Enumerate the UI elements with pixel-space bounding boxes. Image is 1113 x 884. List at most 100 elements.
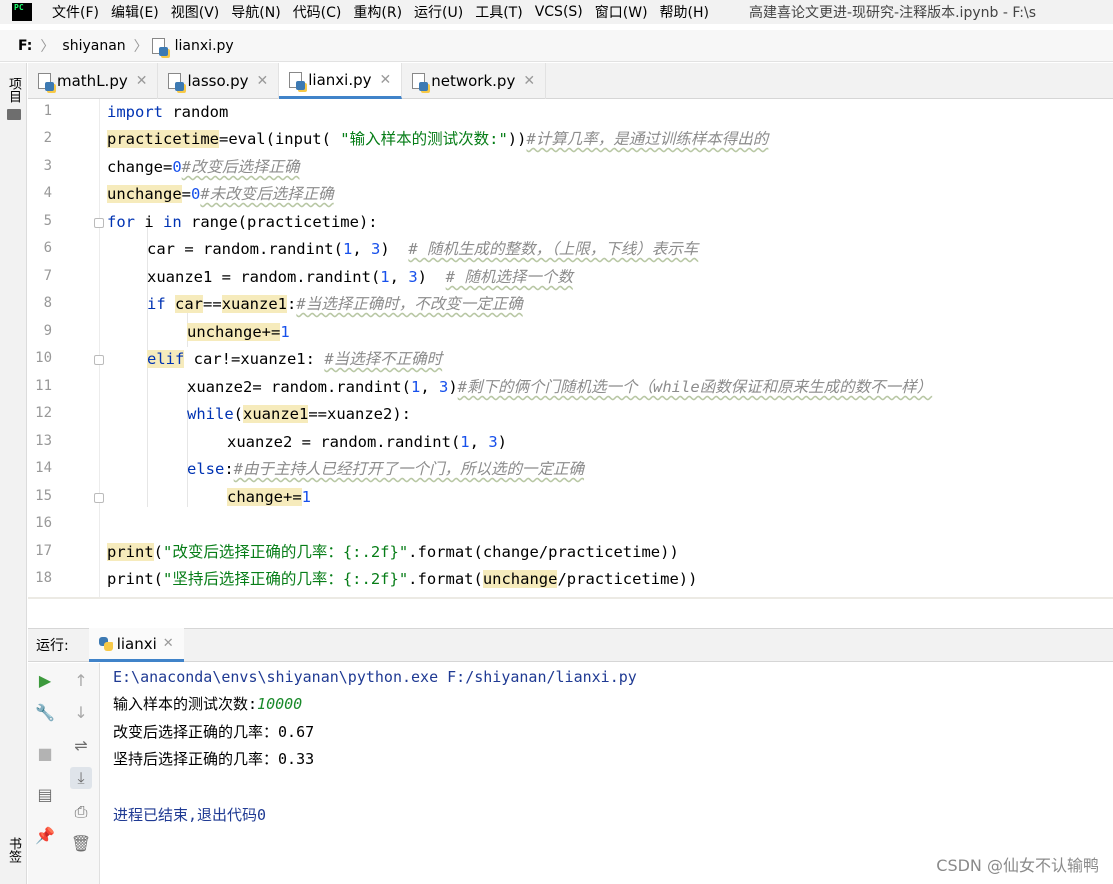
run-panel-header: 运行: lianxi ✕ bbox=[28, 628, 1113, 662]
folder-icon bbox=[7, 109, 21, 120]
code-line-2: practicetime=eval(input( "输入样本的测试次数:"))#… bbox=[107, 130, 769, 148]
code-line-13: xuanze2 = random.randint(1, 3) bbox=[227, 433, 507, 451]
line-number: 17 bbox=[35, 543, 52, 559]
breadcrumb-folder[interactable]: shiyanan bbox=[58, 38, 129, 54]
run-panel-label: 运行: bbox=[36, 638, 69, 654]
code-editor[interactable]: 1 2 3 4 5 6 7 8 9 10 11 12 13 14 15 16 1… bbox=[28, 99, 1113, 599]
python-file-icon bbox=[289, 71, 306, 90]
wrench-icon[interactable]: 🔧 bbox=[34, 702, 56, 724]
tab-mathL[interactable]: mathL.py ✕ bbox=[28, 63, 159, 99]
tab-label: network.py bbox=[431, 72, 516, 90]
soft-wrap-icon[interactable]: ⇌ bbox=[70, 735, 92, 757]
editor-bottom-border bbox=[28, 597, 1113, 599]
line-number-gutter: 1 2 3 4 5 6 7 8 9 10 11 12 13 14 15 16 1… bbox=[28, 99, 104, 599]
menu-bar: PC 文件(F) 编辑(E) 视图(V) 导航(N) 代码(C) 重构(R) 运… bbox=[0, 0, 1113, 24]
code-line-1: import random bbox=[107, 103, 229, 121]
tab-label: mathL.py bbox=[57, 72, 128, 90]
line-number: 12 bbox=[35, 405, 52, 421]
chevron-right-icon: 〉 bbox=[40, 38, 55, 55]
code-line-10: elif car!=xuanze1: #当选择不正确时 bbox=[147, 350, 443, 368]
menu-file[interactable]: 文件(F) bbox=[46, 2, 105, 22]
play-icon[interactable]: ▶ bbox=[34, 670, 56, 692]
output-prompt-line: 输入样本的测试次数:10000 bbox=[113, 695, 303, 713]
line-number: 4 bbox=[43, 185, 52, 201]
fold-marker-icon[interactable] bbox=[94, 355, 104, 365]
layout-icon[interactable]: ▤ bbox=[34, 784, 56, 806]
bookmarks-tool-button[interactable]: 书签 bbox=[4, 837, 23, 863]
code-line-8: if car==xuanze1:#当选择正确时，不改变一定正确 bbox=[147, 295, 523, 313]
close-icon[interactable]: ✕ bbox=[380, 72, 392, 88]
breadcrumb-file[interactable]: lianxi.py bbox=[171, 38, 238, 54]
breadcrumb: F: 〉 shiyanan 〉 lianxi.py bbox=[0, 30, 1113, 62]
code-line-3: change=0#改变后选择正确 bbox=[107, 158, 300, 176]
line-number: 13 bbox=[35, 433, 52, 449]
run-tab-lianxi[interactable]: lianxi ✕ bbox=[88, 628, 184, 662]
arrow-up-icon[interactable]: ↑ bbox=[70, 670, 92, 692]
run-output-console[interactable]: E:\anaconda\envs\shiyanan\python.exe F:/… bbox=[113, 663, 1103, 884]
code-line-6: car = random.randint(1, 3) # 随机生成的整数，（上限… bbox=[147, 240, 699, 258]
code-line-14: else:#由于主持人已经打开了一个门，所以选的一定正确 bbox=[187, 460, 585, 478]
line-number: 14 bbox=[35, 460, 52, 476]
tab-lasso[interactable]: lasso.py ✕ bbox=[158, 63, 280, 99]
menu-window[interactable]: 窗口(W) bbox=[589, 2, 654, 22]
pycharm-logo-icon: PC bbox=[12, 3, 32, 21]
menu-refactor[interactable]: 重构(R) bbox=[347, 2, 408, 22]
menu-run[interactable]: 运行(U) bbox=[408, 2, 469, 22]
python-icon bbox=[98, 636, 113, 651]
menu-vcs[interactable]: VCS(S) bbox=[529, 4, 589, 20]
fold-marker-icon[interactable] bbox=[94, 493, 104, 503]
code-line-4: unchange=0#未改变后选择正确 bbox=[107, 185, 334, 203]
tab-label: lianxi.py bbox=[308, 70, 372, 89]
line-number: 2 bbox=[43, 130, 52, 146]
line-number: 6 bbox=[43, 240, 52, 256]
print-icon[interactable]: ⎙ bbox=[70, 801, 92, 823]
menu-navigate[interactable]: 导航(N) bbox=[225, 2, 286, 22]
code-line-18: print("坚持后选择正确的几率：{:.2f}".format(unchang… bbox=[107, 570, 698, 588]
line-number: 9 bbox=[43, 323, 52, 339]
line-number: 5 bbox=[43, 213, 52, 229]
csdn-watermark: CSDN @仙女不认输鸭 bbox=[936, 856, 1099, 875]
line-number: 1 bbox=[43, 103, 52, 119]
line-number: 10 bbox=[35, 350, 52, 366]
line-number: 11 bbox=[35, 378, 52, 394]
editor-tabs: mathL.py ✕ lasso.py ✕ lianxi.py ✕ networ… bbox=[28, 63, 1113, 99]
scroll-to-end-icon[interactable]: ⤓ bbox=[70, 767, 92, 789]
code-line-9: unchange+=1 bbox=[187, 323, 290, 341]
tab-label: lasso.py bbox=[187, 72, 249, 90]
project-tool-button[interactable]: 项目 bbox=[4, 77, 23, 103]
trash-icon[interactable]: 🗑 bbox=[70, 833, 92, 855]
arrow-down-icon[interactable]: ↓ bbox=[70, 702, 92, 724]
line-number: 18 bbox=[35, 570, 52, 586]
close-icon[interactable]: ✕ bbox=[257, 73, 269, 89]
menu-edit[interactable]: 编辑(E) bbox=[105, 2, 165, 22]
left-tool-strip: 项目 书签 bbox=[0, 63, 27, 884]
code-area[interactable]: import random practicetime=eval(input( "… bbox=[107, 99, 1107, 599]
tab-lianxi[interactable]: lianxi.py ✕ bbox=[279, 63, 403, 99]
code-line-11: xuanze2= random.randint(1, 3)#剩下的俩个门随机选一… bbox=[187, 378, 933, 396]
code-line-12: while(xuanze1==xuanze2): bbox=[187, 405, 411, 423]
menu-code[interactable]: 代码(C) bbox=[287, 2, 348, 22]
tab-network[interactable]: network.py ✕ bbox=[402, 63, 547, 99]
output-exit-message: 进程已结束,退出代码0 bbox=[113, 806, 267, 824]
menu-help[interactable]: 帮助(H) bbox=[654, 2, 715, 22]
output-command: E:\anaconda\envs\shiyanan\python.exe F:/… bbox=[113, 668, 637, 686]
python-file-icon bbox=[38, 73, 54, 91]
pin-icon[interactable]: 📌 bbox=[34, 825, 56, 847]
menu-view[interactable]: 视图(V) bbox=[165, 2, 226, 22]
output-input-value: 10000 bbox=[257, 695, 303, 713]
code-line-7: xuanze1 = random.randint(1, 3) # 随机选择一个数 bbox=[147, 268, 573, 286]
close-icon[interactable]: ✕ bbox=[523, 73, 535, 89]
close-icon[interactable]: ✕ bbox=[136, 73, 148, 89]
close-icon[interactable]: ✕ bbox=[163, 636, 174, 651]
menu-tools[interactable]: 工具(T) bbox=[469, 2, 528, 22]
python-file-icon bbox=[151, 37, 168, 56]
line-number: 8 bbox=[43, 295, 52, 311]
stop-icon[interactable]: ■ bbox=[34, 743, 56, 765]
run-tab-label: lianxi bbox=[116, 634, 157, 653]
chevron-right-icon: 〉 bbox=[133, 38, 148, 55]
output-keep-result: 坚持后选择正确的几率：0.33 bbox=[113, 750, 315, 768]
python-file-icon bbox=[412, 73, 429, 91]
breadcrumb-drive[interactable]: F: bbox=[14, 38, 36, 54]
fold-marker-icon[interactable] bbox=[94, 218, 104, 228]
code-line-17: print("改变后选择正确的几率：{:.2f}".format(change/… bbox=[107, 543, 679, 561]
